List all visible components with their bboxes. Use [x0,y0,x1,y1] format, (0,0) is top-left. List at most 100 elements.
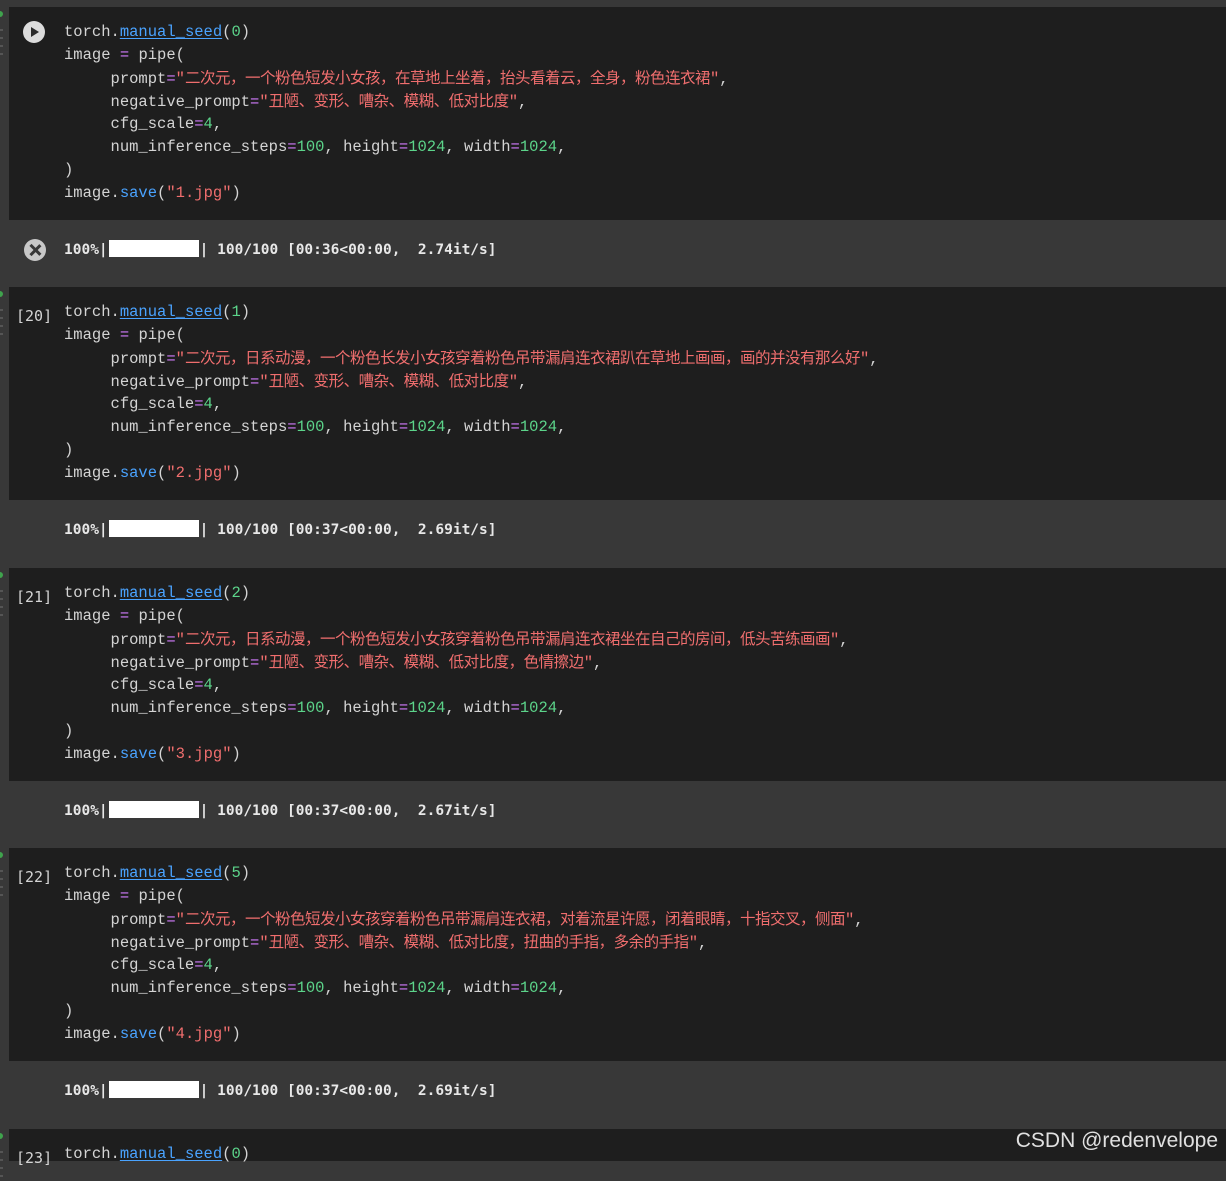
code-token: 二次元，一个粉色短发小女孩穿着粉色吊带漏肩连衣裙，对着流星许愿，闭着眼睛，十指交… [184,910,846,928]
code-token: , [324,138,344,156]
cell-gutter [0,870,3,900]
code-token: , [212,115,223,133]
code-token: ) [64,441,74,459]
cell-output: 100%| | 100/100 [00:37<00:00, 2.69it/s] [0,1067,1226,1115]
code-token: . [110,1145,120,1163]
code-token: negative_prompt [110,93,251,111]
code-token: , [324,699,344,717]
code-line: torch.manual_seed(1) [64,301,879,324]
code-token: 丑陋、变形、嘈杂、模糊、低对比度 [268,372,510,390]
execution-count: [21] [16,588,53,606]
progress-count: 100/100 [00:37<00:00, [217,1083,401,1099]
code-token: " [508,93,518,111]
code-token: . [110,1025,120,1043]
cell-output: 100%| | 100/100 [00:37<00:00, 2.69it/s] [0,506,1226,554]
code-token: = [287,418,297,436]
code-token: pipe [138,887,176,905]
code-line: prompt="二次元，一个粉色短发小女孩穿着粉色吊带漏肩连衣裙，对着流星许愿，… [64,908,864,931]
code-line: negative_prompt="丑陋、变形、嘈杂、模糊、低对比度，色情擦边", [64,651,849,674]
code-token: = [398,138,409,156]
code-token: pipe [138,607,176,625]
code-cell[interactable]: [21] torch.manual_seed(2) image = pipe( pr… [9,568,1226,781]
code-token: 1024 [408,138,446,156]
code-token: . [110,745,120,763]
code-token: torch [64,584,111,602]
code-token: . [110,864,120,882]
code-token: " [222,745,232,763]
code-token: image [64,46,111,64]
progress-count: 100/100 [00:36<00:00, [217,242,401,258]
code-token: " [583,654,593,672]
code-editor[interactable]: torch.manual_seed(5) image = pipe( prompt… [64,862,864,1046]
code-cell[interactable]: torch.manual_seed(0) image = pipe( prompt… [9,7,1226,220]
progress-percent: 100% [64,803,99,819]
code-token: = [166,70,176,88]
code-token: , [557,979,567,997]
code-line: image = pipe( [64,324,879,347]
code-token: ) [240,23,251,41]
code-line: num_inference_steps=100, height=1024, wi… [64,977,864,1000]
code-token: = [194,956,204,974]
code-token: 1024 [519,138,558,156]
code-token: negative_prompt [110,373,251,391]
clear-output-icon[interactable] [24,239,46,261]
code-line: image.save("4.jpg") [64,1023,864,1046]
progress-output-text: 100%| | 100/100 [00:37<00:00, 2.69it/s] [64,1081,497,1099]
code-token: " [844,911,855,929]
code-token: " [709,70,720,88]
progress-percent: 100% [64,242,99,258]
code-token: height [343,979,399,997]
code-token: 二次元，一个粉色短发小女孩，在草地上坐着，抬头看着云，全身，粉色连衣裙 [184,69,711,87]
code-token: = [510,138,520,156]
code-token: " [222,1025,232,1043]
code-editor[interactable]: torch.manual_seed(0) [64,1143,250,1166]
code-token: " [222,184,232,202]
progress-output-text: 100%| | 100/100 [00:37<00:00, 2.67it/s] [64,801,497,819]
code-token: ) [240,1145,251,1163]
code-token: . [110,184,120,202]
code-editor[interactable]: torch.manual_seed(1) image = pipe( prompt… [64,301,879,485]
code-token: 丑陋、变形、嘈杂、模糊、低对比度 [268,92,510,110]
code-token: num_inference_steps [110,979,288,997]
code-token: = [250,654,260,672]
code-token: pipe [138,326,176,344]
code-token: " [175,631,185,649]
code-token: width [464,979,511,997]
code-token: height [343,138,399,156]
code-token: , [593,654,603,672]
code-token: num_inference_steps [110,699,288,717]
code-line: image.save("1.jpg") [64,182,729,205]
code-token: 1024 [408,418,446,436]
code-token: 100 [296,418,325,436]
watermark: CSDN @redenvelope [1015,1129,1218,1152]
code-token: 二次元，日系动漫，一个粉色长发小女孩穿着粉色吊带漏肩连衣裙趴在草地上画画，画的并… [184,349,861,367]
code-token: manual_seed [119,303,223,321]
code-line: image = pipe( [64,44,729,67]
code-token: image [64,326,111,344]
code-token: cfg_scale [110,676,195,694]
code-token: ( [157,745,167,763]
code-token: . [110,464,120,482]
code-token: 4 [203,956,213,974]
code-token: = [119,607,130,625]
progress-count: 100/100 [00:37<00:00, [217,522,401,538]
code-token: 丑陋、变形、嘈杂、模糊、低对比度，色情擦边 [268,653,585,671]
cell-output: 100%| | 100/100 [00:37<00:00, 2.67it/s] [0,787,1226,835]
cell-status-indicator [0,572,3,578]
code-token: , [839,631,849,649]
code-token: " [829,631,840,649]
code-token: cfg_scale [110,395,195,413]
code-token: height [343,699,399,717]
code-line: negative_prompt="丑陋、变形、嘈杂、模糊、低对比度", [64,370,879,393]
code-editor[interactable]: torch.manual_seed(0) image = pipe( prompt… [64,21,729,205]
code-cell[interactable]: [22] torch.manual_seed(5) image = pipe( pr… [9,848,1226,1061]
code-cell[interactable]: [20] torch.manual_seed(1) image = pipe( pr… [9,287,1226,500]
run-cell-play-icon[interactable] [23,21,45,43]
code-editor[interactable]: torch.manual_seed(2) image = pipe( prompt… [64,582,849,766]
code-token: ) [231,464,241,482]
progress-rate: 2.74it/s] [417,242,497,258]
code-token: image [64,887,111,905]
execution-count: [23] [16,1149,53,1167]
code-token: ) [231,184,241,202]
code-token: 1024 [408,979,446,997]
